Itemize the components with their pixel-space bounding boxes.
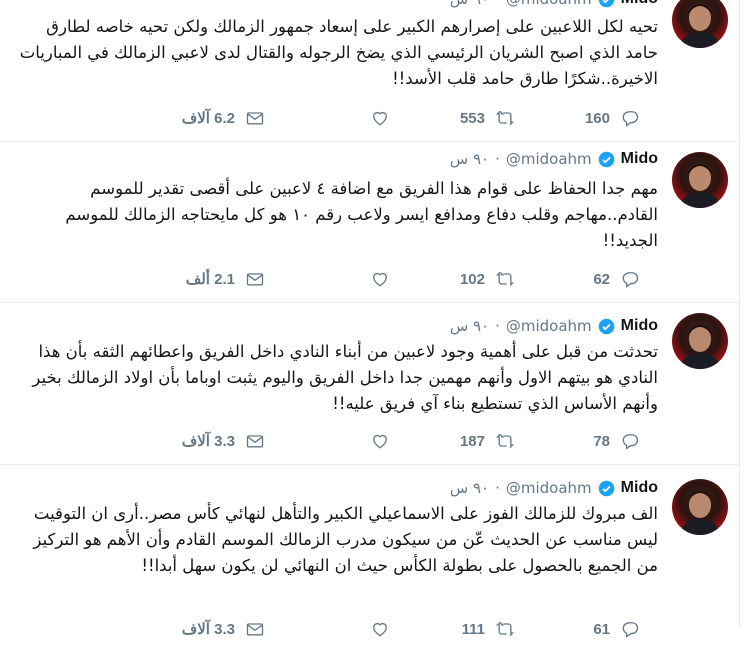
verified-badge-icon	[598, 0, 614, 7]
like-action[interactable]	[265, 269, 390, 289]
envelope-icon	[246, 623, 264, 636]
avatar[interactable]	[672, 313, 728, 369]
retweet-icon	[495, 621, 515, 637]
reply-action[interactable]: 160	[515, 108, 640, 128]
reply-icon	[622, 272, 639, 288]
reply-action[interactable]: 62	[515, 269, 640, 289]
verified-badge-icon	[598, 480, 614, 496]
tweet-header: Mido @midoahm · ٩٠ س	[450, 315, 658, 337]
reply-icon	[622, 622, 639, 638]
reply-action[interactable]: 61	[515, 619, 640, 639]
dm-count: 3.3 آلاف	[181, 433, 235, 450]
reply-icon	[622, 111, 639, 127]
timestamp[interactable]: ٩٠ س	[450, 479, 489, 497]
heart-icon	[373, 622, 387, 637]
verified-badge-icon	[598, 318, 614, 334]
tweet-actions: 61 111 3.3 آلاف	[80, 617, 640, 641]
timeline: Mido @midoahm · ٩٠ س تحيه لكل اللاعبين ع…	[0, 0, 740, 638]
reply-icon	[622, 434, 639, 450]
handle[interactable]: @midoahm	[506, 0, 592, 8]
reply-action[interactable]: 78	[515, 431, 640, 451]
separator-dot: ·	[495, 317, 500, 335]
tweet[interactable]: Mido @midoahm · ٩٠ س مهم جدا الحفاظ على …	[0, 142, 740, 303]
tweet-actions: 160 553 6.2 آلاف	[80, 106, 640, 130]
tweet-actions: 78 187 3.3 آلاف	[80, 429, 640, 453]
dm-action[interactable]: 6.2 آلاف	[140, 108, 265, 128]
dm-action[interactable]: 3.3 آلاف	[140, 431, 265, 451]
tweet-header: Mido @midoahm · ٩٠ س	[450, 477, 658, 499]
timestamp[interactable]: ٩٠ س	[450, 317, 489, 335]
avatar[interactable]	[672, 479, 728, 535]
dm-count: 6.2 آلاف	[181, 110, 235, 127]
reply-count: 62	[593, 270, 610, 288]
tweet[interactable]: Mido @midoahm · ٩٠ س تحدثت من قبل على أه…	[0, 303, 740, 465]
retweet-icon	[495, 433, 515, 449]
tweet-header: Mido @midoahm · ٩٠ س	[450, 0, 658, 10]
dm-action[interactable]: 3.3 آلاف	[140, 619, 265, 639]
envelope-icon	[246, 112, 264, 125]
retweet-icon	[495, 271, 515, 287]
retweet-count: 187	[459, 432, 485, 450]
envelope-icon	[246, 273, 264, 286]
display-name[interactable]: Mido	[621, 150, 658, 168]
retweet-count: 102	[459, 270, 485, 288]
dm-count: 2.1 ألف	[185, 271, 235, 288]
avatar-photo	[680, 4, 720, 48]
tweet-text: مهم جدا الحفاظ على قوام هذا الفريق مع اض…	[65, 179, 658, 250]
display-name[interactable]: Mido	[621, 317, 658, 335]
like-action[interactable]	[265, 431, 390, 451]
handle[interactable]: @midoahm	[506, 317, 592, 335]
retweet-action[interactable]: 111	[390, 619, 515, 639]
tweet[interactable]: Mido @midoahm · ٩٠ س تحيه لكل اللاعبين ع…	[0, 0, 740, 142]
avatar-photo	[680, 325, 720, 369]
retweet-count: 553	[459, 109, 485, 127]
separator-dot: ·	[495, 479, 500, 497]
reply-count: 61	[593, 620, 610, 638]
reply-count: 78	[593, 432, 610, 450]
tweet-text: تحدثت من قبل على أهمية وجود لاعبين من أب…	[32, 342, 658, 413]
timestamp[interactable]: ٩٠ س	[450, 0, 489, 8]
heart-icon	[373, 434, 387, 449]
retweet-action[interactable]: 553	[390, 108, 515, 128]
avatar[interactable]	[672, 152, 728, 208]
tweet-text: الف مبروك للزمالك الفوز على الاسماعيلي ا…	[33, 504, 658, 575]
retweet-action[interactable]: 187	[390, 431, 515, 451]
display-name[interactable]: Mido	[621, 0, 658, 8]
handle[interactable]: @midoahm	[506, 150, 592, 168]
envelope-icon	[246, 435, 264, 448]
dm-count: 3.3 آلاف	[181, 621, 235, 638]
tweet-text: تحيه لكل اللاعبين على إصرارهم الكبير على…	[19, 17, 658, 88]
dm-action[interactable]: 2.1 ألف	[140, 269, 265, 289]
avatar[interactable]	[672, 0, 728, 48]
retweet-count: 111	[461, 620, 485, 638]
tweet-header: Mido @midoahm · ٩٠ س	[450, 148, 658, 170]
like-action[interactable]	[265, 619, 390, 639]
handle[interactable]: @midoahm	[506, 479, 592, 497]
like-action[interactable]	[265, 108, 390, 128]
reply-count: 160	[584, 109, 610, 127]
avatar-photo	[680, 491, 720, 535]
retweet-icon	[495, 110, 515, 126]
display-name[interactable]: Mido	[621, 479, 658, 497]
heart-icon	[373, 111, 387, 126]
tweet[interactable]: Mido @midoahm · ٩٠ س الف مبروك للزمالك ا…	[0, 465, 740, 645]
timestamp[interactable]: ٩٠ س	[450, 150, 489, 168]
avatar-photo	[680, 164, 720, 208]
separator-dot: ·	[495, 150, 500, 168]
separator-dot: ·	[495, 0, 500, 8]
verified-badge-icon	[598, 151, 614, 167]
tweet-actions: 62 102 2.1 ألف	[80, 267, 640, 291]
heart-icon	[373, 272, 387, 287]
retweet-action[interactable]: 102	[390, 269, 515, 289]
